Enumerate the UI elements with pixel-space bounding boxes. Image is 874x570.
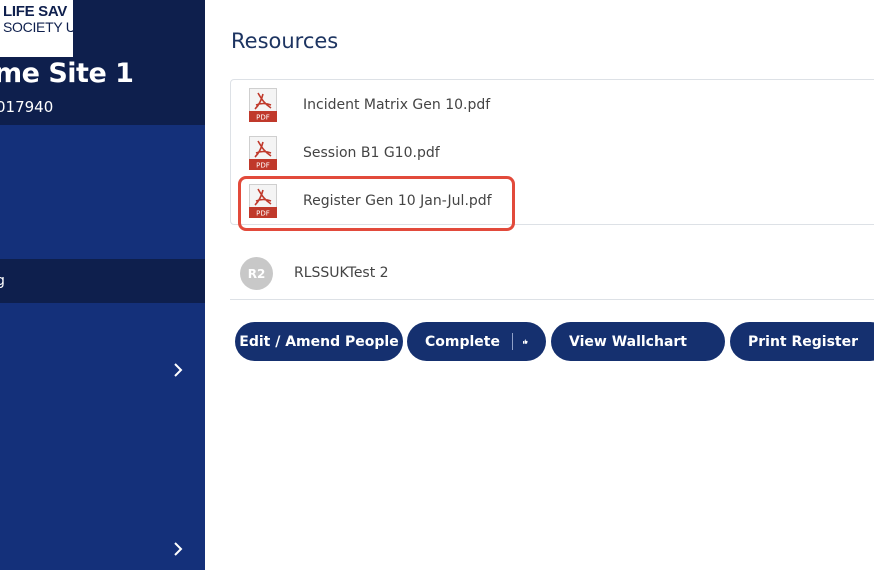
- sidebar-item-active[interactable]: g: [0, 259, 205, 303]
- thumbs-up-icon: [523, 339, 528, 344]
- pdf-icon-text: PDF: [256, 162, 270, 170]
- pdf-file-icon: PDF: [249, 88, 277, 122]
- person-row[interactable]: R2 RLSSUKTest 2: [230, 248, 874, 300]
- logo-text-line1: LIFE SAV: [3, 3, 67, 20]
- resources-heading: Resources: [231, 29, 339, 53]
- sidebar-item-label: g: [0, 273, 5, 289]
- resource-file-link[interactable]: PDF Incident Matrix Gen 10.pdf: [231, 88, 874, 128]
- resource-file-name: Session B1 G10.pdf: [303, 145, 440, 161]
- print-register-button[interactable]: Print Register: [730, 322, 874, 361]
- view-wallchart-button[interactable]: View Wallchart: [551, 322, 725, 361]
- pdf-file-icon: PDF: [249, 136, 277, 170]
- complete-button[interactable]: Complete: [407, 322, 546, 361]
- view-wallchart-label: View Wallchart: [569, 333, 687, 350]
- resource-file-link[interactable]: PDF Session B1 G10.pdf: [231, 136, 874, 176]
- avatar: R2: [240, 257, 273, 290]
- chevron-right-icon[interactable]: [173, 363, 183, 377]
- resource-file-name: Incident Matrix Gen 10.pdf: [303, 97, 491, 113]
- chevron-right-icon[interactable]: [173, 542, 183, 556]
- sidebar: LIFE SAV SOCIETY U me Site 1 017940 g: [0, 0, 205, 570]
- pdf-icon-text: PDF: [256, 114, 270, 122]
- edit-amend-people-label: Edit / Amend People: [239, 333, 399, 350]
- complete-label: Complete: [425, 333, 500, 350]
- person-name: RLSSUKTest 2: [294, 265, 389, 281]
- logo[interactable]: LIFE SAV SOCIETY U: [0, 0, 73, 57]
- edit-amend-people-button[interactable]: Edit / Amend People: [235, 322, 403, 361]
- print-register-label: Print Register: [748, 333, 859, 350]
- site-title: me Site 1: [0, 58, 134, 89]
- logo-text-line2: SOCIETY U: [3, 19, 73, 35]
- site-id: 017940: [0, 98, 54, 116]
- highlight-box: [238, 176, 515, 231]
- sidebar-header: LIFE SAV SOCIETY U me Site 1 017940: [0, 0, 205, 125]
